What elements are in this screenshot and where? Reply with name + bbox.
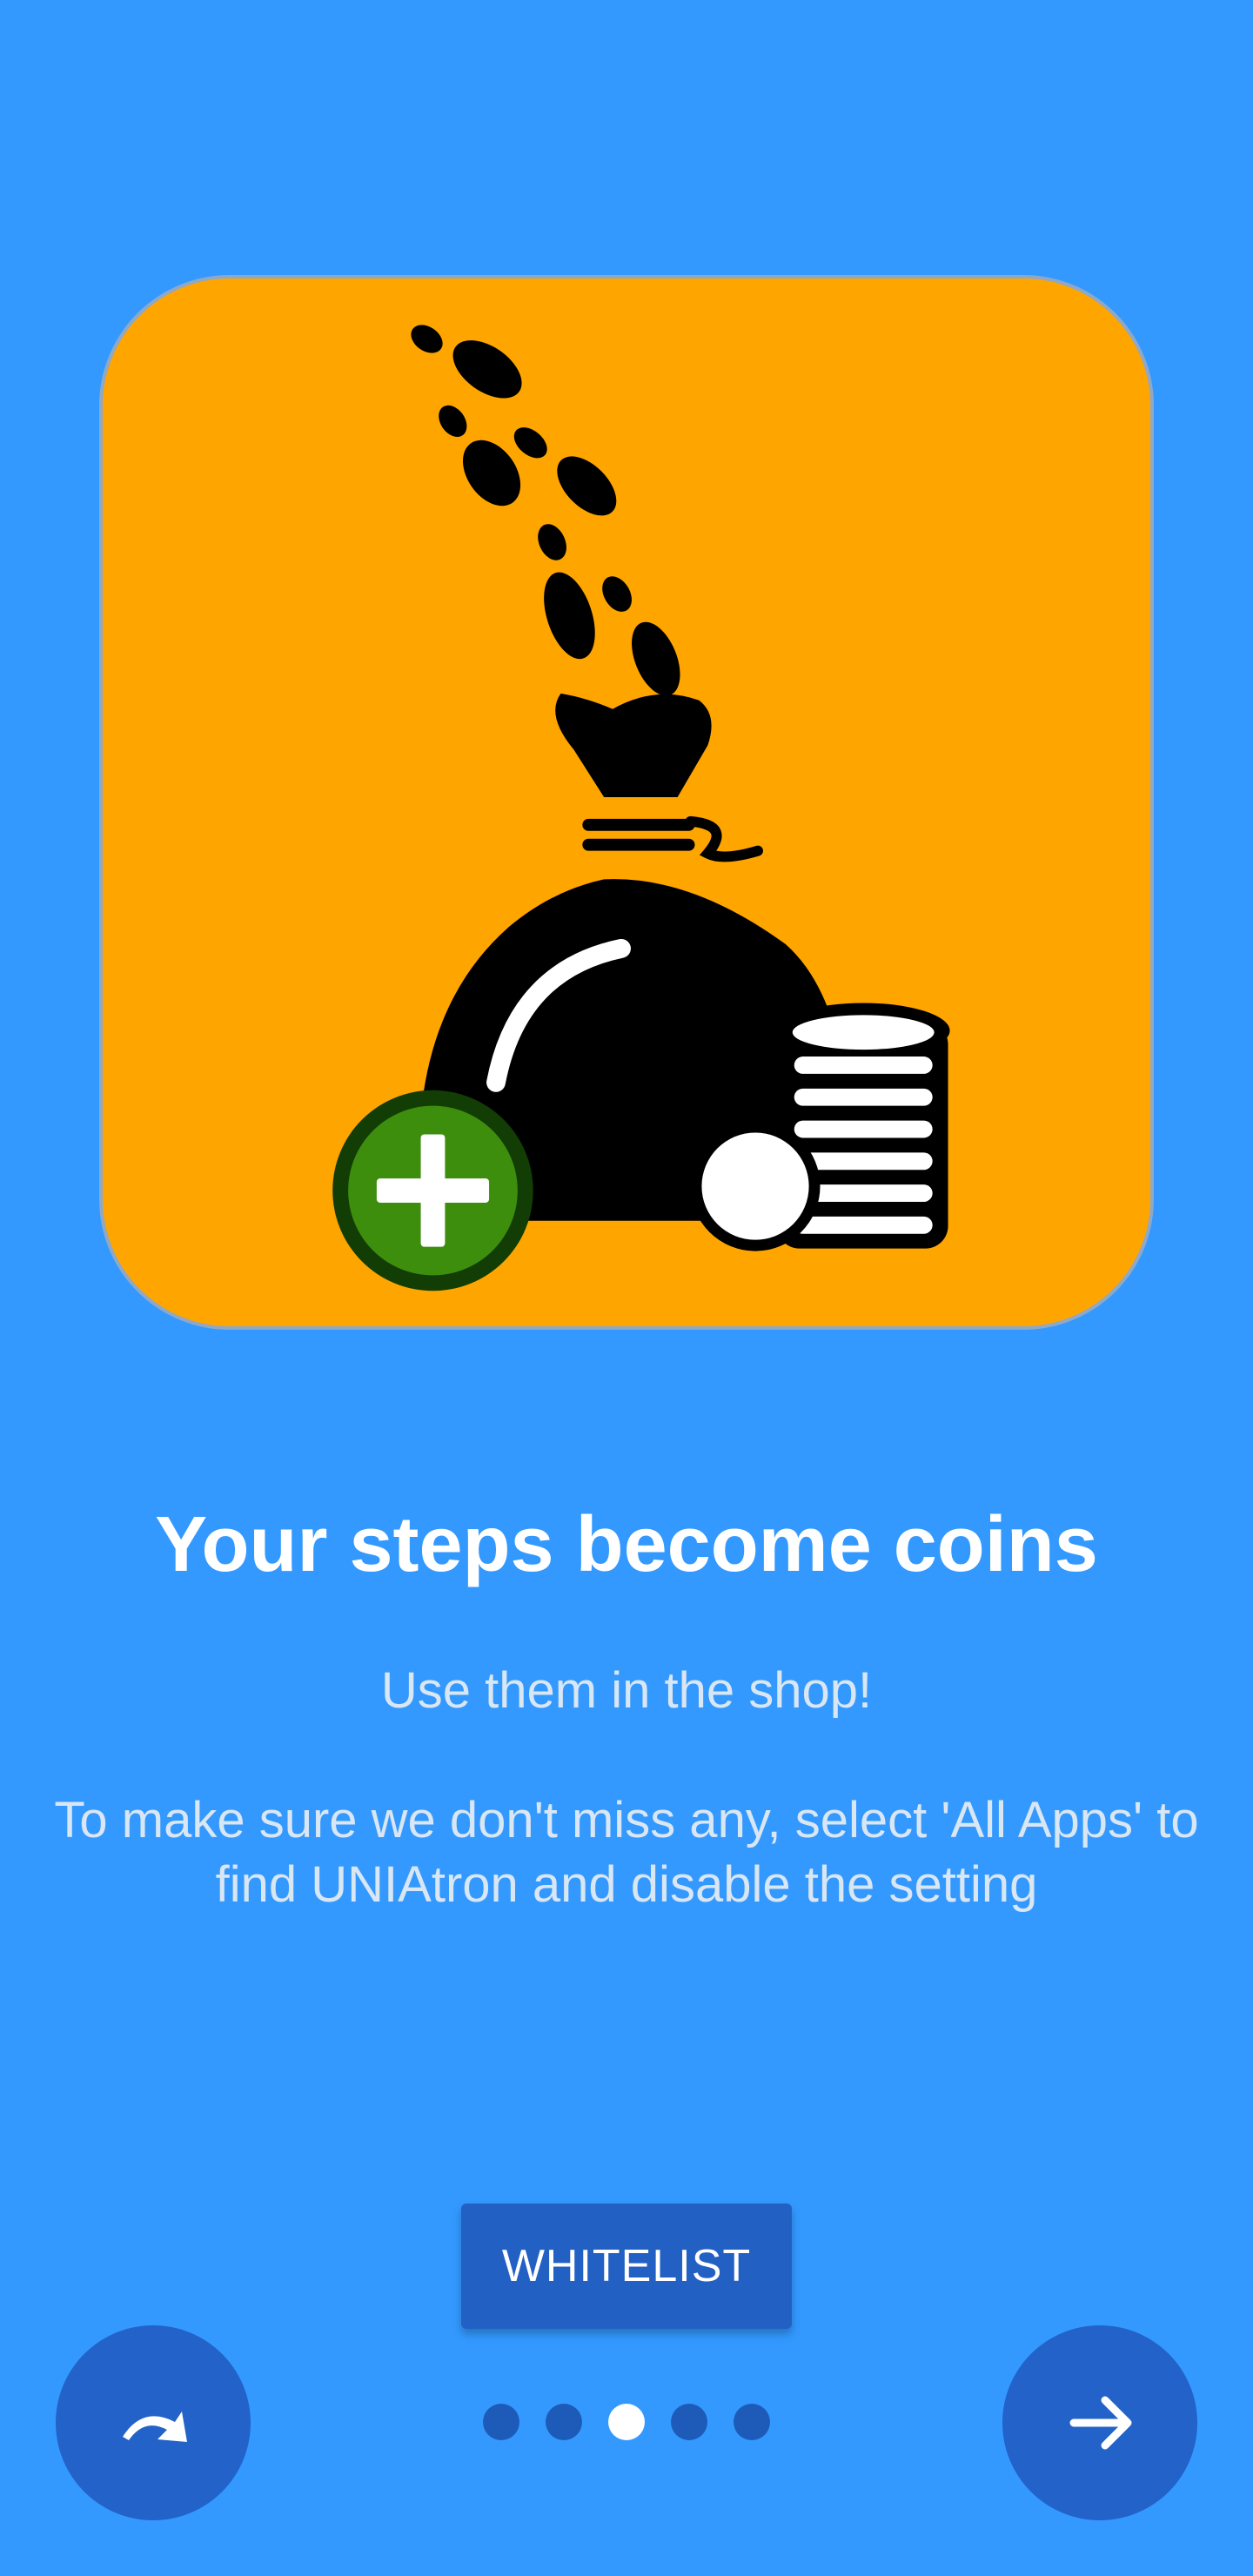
page-title: Your steps become coins	[155, 1501, 1098, 1588]
plus-badge-icon	[332, 1090, 533, 1291]
page-dot[interactable]	[483, 2404, 519, 2440]
page-dot[interactable]	[734, 2404, 770, 2440]
page-subtitle: Use them in the shop!	[380, 1662, 873, 1719]
skip-button[interactable]	[56, 2325, 251, 2520]
page-indicator	[483, 2404, 770, 2440]
whitelist-button[interactable]: WHITELIST	[461, 2204, 792, 2329]
next-button[interactable]	[1002, 2325, 1197, 2520]
page-dot[interactable]	[671, 2404, 707, 2440]
illustration-card	[99, 275, 1154, 1330]
arrow-right-icon	[1069, 2396, 1132, 2450]
redo-arrow-icon	[123, 2412, 187, 2442]
page-dot-active[interactable]	[608, 2404, 645, 2440]
money-bag-illustration	[332, 325, 950, 1291]
page-dot[interactable]	[546, 2404, 582, 2440]
page-description: To make sure we don't miss any, select '…	[54, 1792, 1199, 1913]
footsteps-icon	[411, 325, 680, 696]
